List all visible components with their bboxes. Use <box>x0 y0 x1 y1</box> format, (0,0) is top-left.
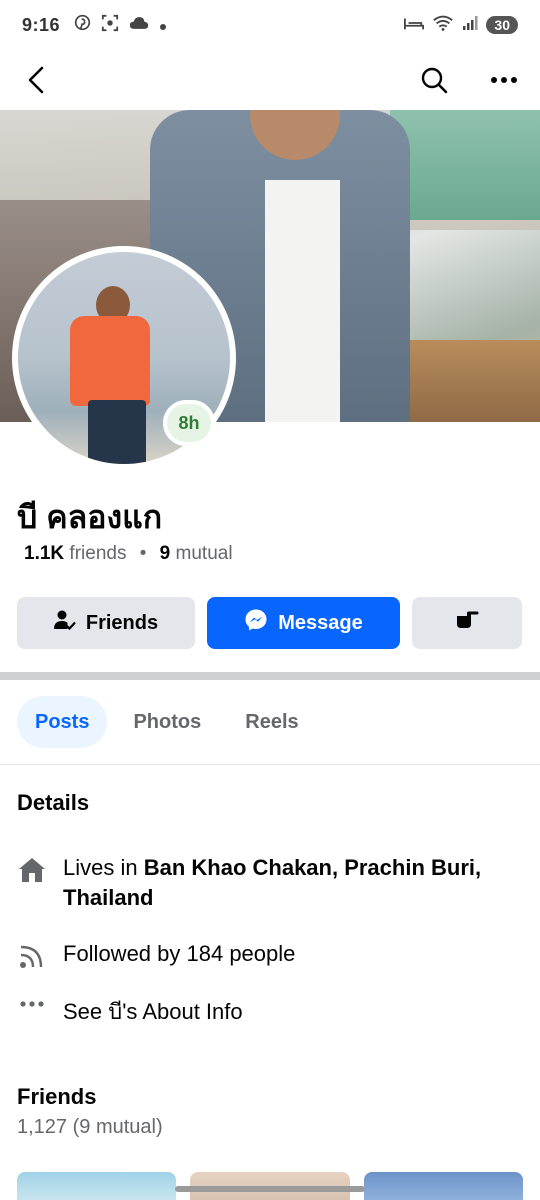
separator-dot: • <box>139 543 147 564</box>
pinterest-icon <box>74 14 91 36</box>
details-title: Details <box>17 790 90 815</box>
friend-thumbnail[interactable] <box>17 1172 177 1200</box>
tab-posts[interactable]: Posts <box>17 696 108 748</box>
search-icon[interactable] <box>414 60 454 100</box>
mutual-label: mutual <box>175 543 233 564</box>
lives-in-prefix: Lives in <box>63 855 144 880</box>
detail-see-about[interactable]: See บี's About Info <box>17 997 523 1027</box>
message-button-label: Message <box>278 611 363 634</box>
see-about-text: See บี's About Info <box>63 999 243 1024</box>
back-arrow-icon[interactable] <box>16 60 56 100</box>
poke-icon <box>455 611 479 635</box>
status-bar: 9:16 30 <box>0 0 540 50</box>
tab-photos[interactable]: Photos <box>115 696 219 748</box>
notification-icons <box>74 14 167 37</box>
home-icon <box>17 853 47 883</box>
section-divider <box>0 672 540 680</box>
mutual-count: 9 <box>159 543 171 564</box>
detail-lives-in: Lives in Ban Khao Chakan, Prachin Buri, … <box>17 853 523 913</box>
rss-follow-icon <box>17 939 47 969</box>
status-time: 9:16 <box>22 14 61 35</box>
friends-button[interactable]: Friends <box>17 597 195 649</box>
friends-section-count: 1,127 (9 mutual) <box>17 1116 163 1138</box>
friends-button-label: Friends <box>85 611 159 634</box>
followed-by-text: Followed by 184 people <box>63 941 296 966</box>
detail-followed-by[interactable]: Followed by 184 people <box>17 939 523 969</box>
story-time-badge[interactable]: 8h <box>163 400 215 446</box>
profile-tabs: Posts Photos Reels <box>17 696 317 748</box>
messenger-icon <box>244 608 268 638</box>
friends-label: friends <box>69 543 127 564</box>
dot-icon <box>159 15 167 36</box>
tabs-divider <box>0 764 540 765</box>
battery-indicator: 30 <box>486 16 518 34</box>
lives-in-country[interactable]: Thailand <box>63 885 153 910</box>
top-nav <box>0 52 540 108</box>
more-dots-icon <box>17 997 47 1009</box>
system-icons: 30 <box>404 14 518 36</box>
profile-actions: Friends Message <box>17 597 523 649</box>
profile-name: บี คลองแก <box>17 499 163 535</box>
home-indicator[interactable] <box>175 1186 365 1192</box>
friends-section-title: Friends <box>17 1084 97 1109</box>
friends-summary[interactable]: 1.1K friends • 9 mutual <box>24 543 233 565</box>
signal-icon <box>462 15 478 35</box>
friend-thumbnail[interactable] <box>363 1172 523 1200</box>
screenshot-icon <box>101 14 119 37</box>
sleep-icon <box>404 15 425 35</box>
friend-check-icon <box>53 609 76 637</box>
cloud-icon <box>129 15 149 36</box>
friends-count: 1.1K <box>24 543 65 564</box>
tab-reels[interactable]: Reels <box>227 696 316 748</box>
lives-in-place[interactable]: Ban Khao Chakan, Prachin Buri, <box>144 855 481 880</box>
poke-button[interactable] <box>412 597 522 649</box>
wifi-icon <box>432 14 454 36</box>
more-horizontal-icon[interactable] <box>484 60 524 100</box>
message-button[interactable]: Message <box>207 597 400 649</box>
